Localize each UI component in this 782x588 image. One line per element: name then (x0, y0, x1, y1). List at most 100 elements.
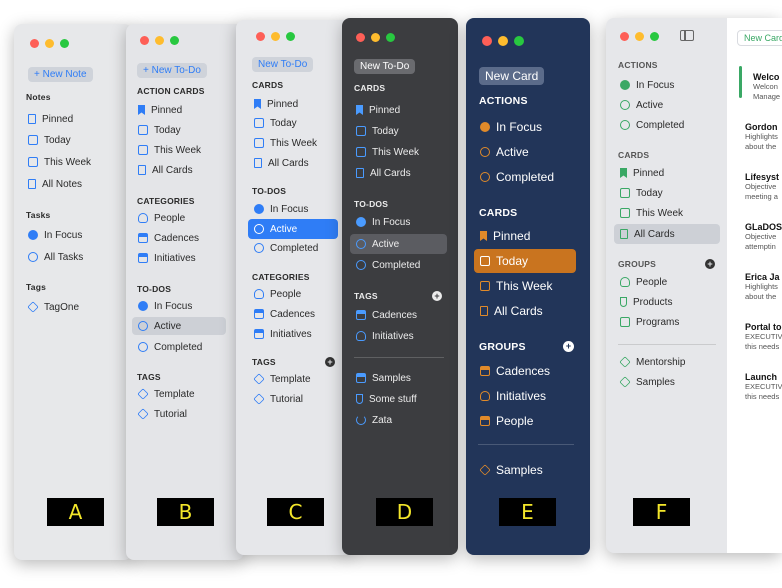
sidebar-item-people[interactable]: People (132, 209, 191, 227)
new-todo-button[interactable]: + New To-Do (137, 63, 207, 78)
sidebar-item-today[interactable]: Today (614, 184, 669, 202)
close-button[interactable] (482, 36, 492, 46)
sidebar-item-in-focus[interactable]: In Focus (22, 226, 88, 244)
sidebar-item-tagone[interactable]: TagOne (22, 298, 85, 316)
zoom-button[interactable] (60, 39, 69, 48)
sidebar-item-all-notes[interactable]: All Notes (22, 175, 88, 193)
sidebar-item-all-cards[interactable]: All Cards (248, 154, 315, 172)
sidebar-item-completed[interactable]: Completed (248, 239, 324, 257)
card-item[interactable]: Launch EXECUTIV this needs (745, 372, 782, 402)
sidebar-item-cadences[interactable]: Cadences (132, 229, 205, 247)
sidebar-item-active[interactable]: Active (132, 317, 226, 335)
sidebar-item-pinned[interactable]: Pinned (350, 101, 406, 119)
card-item[interactable]: Lifesyst Objective meeting a (745, 172, 782, 202)
minimize-button[interactable] (498, 36, 508, 46)
sidebar-item-this-week[interactable]: This Week (614, 204, 689, 222)
card-item[interactable]: Portal to EXECUTIV this needs (745, 322, 782, 352)
sidebar-item-products[interactable]: Products (614, 293, 678, 311)
minimize-button[interactable] (155, 36, 164, 45)
sidebar-item-this-week[interactable]: This Week (474, 276, 558, 296)
minimize-button[interactable] (271, 32, 280, 41)
sidebar-item-samples[interactable]: Samples (350, 369, 417, 387)
add-tag-button[interactable]: + (432, 291, 442, 301)
sidebar-item-completed[interactable]: Completed (350, 256, 426, 274)
sidebar-item-today[interactable]: Today (248, 114, 303, 132)
sidebar-item-today[interactable]: Today (22, 131, 77, 149)
sidebar-item-all-cards[interactable]: All Cards (350, 164, 417, 182)
close-button[interactable] (30, 39, 39, 48)
zoom-button[interactable] (386, 33, 395, 42)
sidebar-item-template[interactable]: Template (132, 385, 201, 403)
close-button[interactable] (620, 32, 629, 41)
sidebar-item-today[interactable]: Today (350, 122, 405, 140)
sidebar-item-cadences[interactable]: Cadences (474, 361, 556, 381)
window-controls[interactable] (482, 36, 524, 46)
sidebar-item-this-week[interactable]: This Week (132, 141, 207, 159)
zoom-button[interactable] (514, 36, 524, 46)
close-button[interactable] (256, 32, 265, 41)
sidebar-item-in-focus[interactable]: In Focus (248, 200, 314, 218)
minimize-button[interactable] (371, 33, 380, 42)
sidebar-toggle-icon[interactable] (680, 30, 694, 41)
zoom-button[interactable] (286, 32, 295, 41)
sidebar-item-tutorial[interactable]: Tutorial (248, 390, 309, 408)
close-button[interactable] (140, 36, 149, 45)
window-controls[interactable] (140, 36, 179, 45)
new-todo-button[interactable]: New To-Do (252, 57, 314, 72)
sidebar-item-all-cards[interactable]: All Cards (614, 224, 720, 244)
new-note-button[interactable]: + New Note (28, 67, 93, 82)
add-tag-button[interactable]: + (325, 357, 335, 367)
card-item[interactable]: Gordon Highlights about the (745, 122, 782, 152)
sidebar-item-pinned[interactable]: Pinned (474, 226, 536, 246)
window-controls[interactable] (356, 33, 395, 42)
window-controls[interactable] (620, 32, 659, 41)
sidebar-item-programs[interactable]: Programs (614, 313, 685, 331)
sidebar-item-all-cards[interactable]: All Cards (474, 301, 549, 321)
sidebar-item-active[interactable]: Active (248, 219, 338, 239)
sidebar-item-in-focus[interactable]: In Focus (614, 76, 680, 94)
card-item[interactable]: Erica Ja Highlights about the (745, 272, 782, 302)
sidebar-item-mentorship[interactable]: Mentorship (614, 353, 691, 371)
sidebar-item-samples[interactable]: Samples (614, 373, 681, 391)
sidebar-item-today[interactable]: Today (132, 121, 187, 139)
zoom-button[interactable] (170, 36, 179, 45)
close-button[interactable] (356, 33, 365, 42)
sidebar-item-pinned[interactable]: Pinned (22, 110, 79, 128)
window-controls[interactable] (30, 39, 69, 48)
sidebar-item-completed[interactable]: Completed (474, 167, 560, 187)
sidebar-item-template[interactable]: Template (248, 370, 317, 388)
sidebar-item-all-tasks[interactable]: All Tasks (22, 248, 89, 266)
sidebar-item-pinned[interactable]: Pinned (248, 95, 304, 113)
add-group-button[interactable]: + (563, 341, 574, 352)
sidebar-item-completed[interactable]: Completed (132, 338, 208, 356)
sidebar-item-tutorial[interactable]: Tutorial (132, 405, 193, 423)
window-controls[interactable] (256, 32, 295, 41)
sidebar-item-samples[interactable]: Samples (474, 460, 549, 480)
sidebar-item-in-focus[interactable]: In Focus (350, 213, 416, 231)
sidebar-item-people[interactable]: People (248, 285, 307, 303)
sidebar-item-active[interactable]: Active (474, 142, 535, 162)
sidebar-item-today[interactable]: Today (474, 249, 576, 273)
sidebar-item-initiatives[interactable]: Initiatives (132, 249, 202, 267)
sidebar-item-initiatives[interactable]: Initiatives (474, 386, 552, 406)
sidebar-item-cadences[interactable]: Cadences (350, 306, 423, 324)
sidebar-item-completed[interactable]: Completed (614, 116, 690, 134)
minimize-button[interactable] (45, 39, 54, 48)
new-todo-button[interactable]: New To-Do (354, 59, 416, 74)
new-card-button[interactable]: New Card (479, 67, 545, 85)
sidebar-item-some-stuff[interactable]: Some stuff (350, 390, 423, 408)
sidebar-item-cadences[interactable]: Cadences (248, 305, 321, 323)
sidebar-item-zata[interactable]: Zata (350, 411, 398, 429)
sidebar-item-people[interactable]: People (614, 273, 673, 291)
sidebar-item-in-focus[interactable]: In Focus (474, 117, 548, 137)
sidebar-item-people[interactable]: People (474, 411, 539, 431)
zoom-button[interactable] (650, 32, 659, 41)
sidebar-item-this-week[interactable]: This Week (248, 134, 323, 152)
add-group-button[interactable]: + (705, 259, 715, 269)
sidebar-item-initiatives[interactable]: Initiatives (350, 327, 420, 345)
sidebar-item-pinned[interactable]: Pinned (614, 164, 670, 182)
card-item[interactable]: GLaDOS Objective attemptin (745, 222, 782, 252)
sidebar-item-active[interactable]: Active (614, 96, 669, 114)
sidebar-item-initiatives[interactable]: Initiatives (248, 325, 318, 343)
sidebar-item-this-week[interactable]: This Week (350, 143, 425, 161)
